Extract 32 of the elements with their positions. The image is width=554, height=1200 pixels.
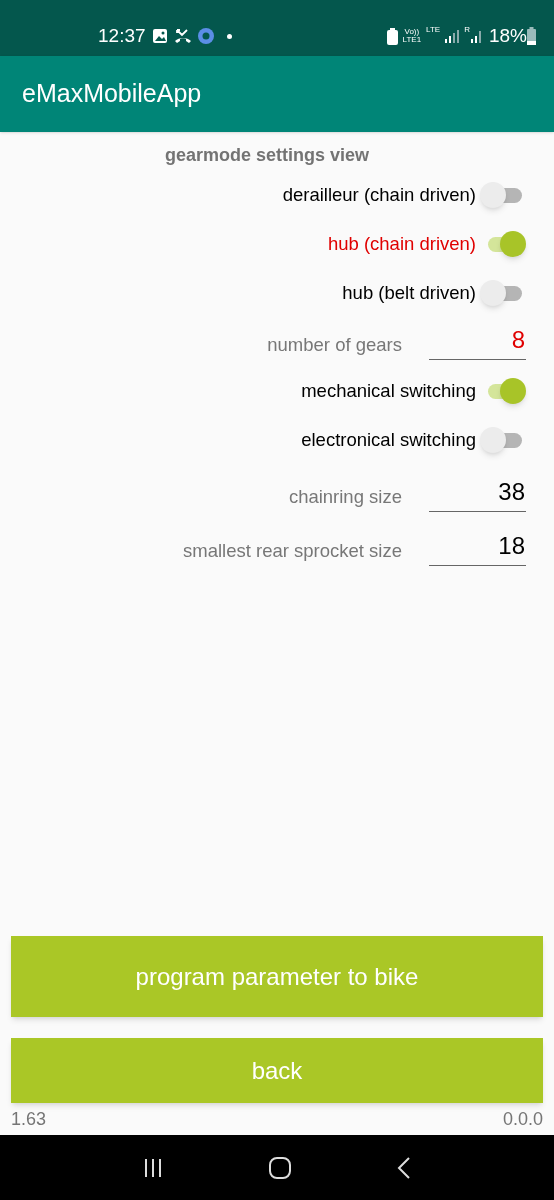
view-heading: gearmode settings view (164, 144, 370, 167)
switch-label: hub (belt driven) (342, 281, 476, 306)
lte1-label: LTE1 (402, 36, 422, 44)
battery-icon (527, 27, 536, 45)
recent-apps-icon[interactable] (143, 1157, 163, 1178)
back-icon[interactable] (397, 1156, 411, 1179)
signal-icon (445, 29, 460, 43)
field-label: smallest rear sprocket size (183, 539, 402, 564)
missed-call-icon (173, 28, 192, 44)
app-icon (196, 27, 215, 45)
version-label: 1.63 (11, 1107, 47, 1131)
signal-icon (470, 29, 483, 43)
input-field[interactable]: 8 (429, 320, 526, 360)
switch-label: derailleur (chain driven) (282, 183, 476, 208)
field-label: chainring size (288, 485, 402, 510)
volte-label: Vo)) (404, 28, 420, 36)
field-label: number of gears (267, 333, 402, 358)
image-icon (151, 28, 168, 44)
switch-label: hub (chain driven) (327, 232, 476, 257)
app-title: eMaxMobileApp (22, 78, 202, 110)
lte-label: LTE (426, 24, 441, 36)
input-field[interactable]: 38 (429, 472, 526, 512)
battery-saver-icon (386, 27, 398, 45)
version-label: 0.0.0 (502, 1107, 543, 1131)
input-field[interactable]: 18 (429, 526, 526, 566)
switch-label: electronical switching (301, 428, 476, 453)
dot-icon (226, 33, 232, 39)
home-icon[interactable] (269, 1156, 291, 1179)
roaming-label: R (464, 24, 470, 36)
clock: 12:37 (98, 23, 146, 48)
switch-label: mechanical switching (301, 379, 476, 404)
battery-percent: 18% (488, 23, 527, 48)
